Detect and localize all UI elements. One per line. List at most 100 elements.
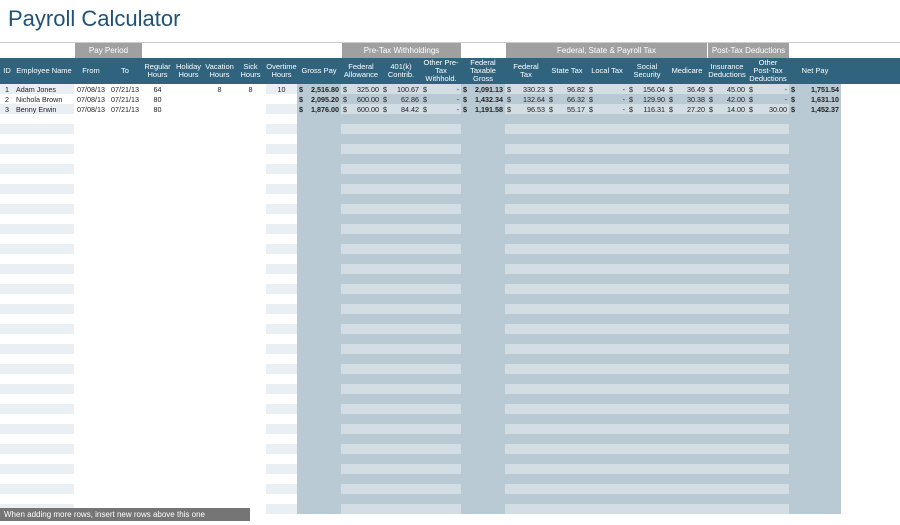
cell-to[interactable] [108, 454, 142, 464]
cell-id[interactable] [0, 404, 14, 414]
cell-fedtax[interactable] [505, 494, 547, 504]
cell-name[interactable] [14, 344, 74, 354]
cell-k401[interactable] [381, 344, 421, 354]
cell-to[interactable] [108, 414, 142, 424]
cell-vac[interactable] [204, 464, 235, 474]
cell-k401[interactable] [381, 364, 421, 374]
cell-sick[interactable] [235, 444, 266, 454]
cell-ltax[interactable] [587, 204, 627, 214]
cell-ins[interactable] [707, 494, 747, 504]
cell-vac[interactable] [204, 484, 235, 494]
cell-ins[interactable] [707, 194, 747, 204]
cell-gross[interactable] [297, 484, 341, 494]
cell-from[interactable] [74, 234, 108, 244]
cell-k401[interactable] [381, 414, 421, 424]
cell-otherpost[interactable] [747, 214, 789, 224]
cell-net[interactable] [789, 484, 841, 494]
cell-to[interactable] [108, 334, 142, 344]
cell-hol[interactable] [173, 144, 204, 154]
cell-med[interactable] [667, 314, 707, 324]
cell-ss[interactable] [627, 234, 667, 244]
cell-sick[interactable] [235, 244, 266, 254]
cell-net[interactable] [789, 134, 841, 144]
cell-sick[interactable] [235, 374, 266, 384]
cell-hol[interactable] [173, 334, 204, 344]
cell-name[interactable] [14, 134, 74, 144]
cell-med[interactable] [667, 114, 707, 124]
cell-med[interactable] [667, 414, 707, 424]
cell-id[interactable] [0, 154, 14, 164]
cell-from[interactable] [74, 154, 108, 164]
cell-k401[interactable] [381, 304, 421, 314]
cell-ins[interactable] [707, 274, 747, 284]
cell-from[interactable] [74, 324, 108, 334]
cell-stax[interactable] [547, 444, 587, 454]
cell-vac[interactable] [204, 154, 235, 164]
cell-net[interactable] [789, 314, 841, 324]
cell-id[interactable] [0, 224, 14, 234]
cell-ot[interactable] [266, 384, 297, 394]
cell-taxgross[interactable] [461, 334, 505, 344]
cell-name[interactable] [14, 224, 74, 234]
cell-from[interactable] [74, 254, 108, 264]
cell-ss[interactable] [627, 434, 667, 444]
cell-stax[interactable] [547, 154, 587, 164]
cell-reg[interactable] [142, 384, 173, 394]
cell-fedtax[interactable] [505, 214, 547, 224]
cell-sick[interactable] [235, 184, 266, 194]
cell-hol[interactable] [173, 184, 204, 194]
cell-otherpre[interactable] [421, 184, 461, 194]
cell-ltax[interactable] [587, 474, 627, 484]
cell-reg[interactable] [142, 124, 173, 134]
cell-fedtax[interactable] [505, 344, 547, 354]
cell-from[interactable] [74, 174, 108, 184]
cell-ot[interactable] [266, 344, 297, 354]
cell-ss[interactable] [627, 194, 667, 204]
cell-sick[interactable] [235, 494, 266, 504]
cell-fedal[interactable] [341, 244, 381, 254]
cell-vac[interactable] [204, 324, 235, 334]
cell-sick[interactable] [235, 194, 266, 204]
cell-reg[interactable] [142, 284, 173, 294]
cell-id[interactable] [0, 484, 14, 494]
cell-id[interactable] [0, 244, 14, 254]
cell-vac[interactable] [204, 364, 235, 374]
cell-stax[interactable] [547, 494, 587, 504]
cell-reg[interactable] [142, 234, 173, 244]
cell-ot[interactable] [266, 394, 297, 404]
cell-net[interactable] [789, 334, 841, 344]
cell-sick[interactable] [235, 144, 266, 154]
cell-k401[interactable] [381, 504, 421, 514]
cell-to[interactable] [108, 374, 142, 384]
cell-vac[interactable] [204, 144, 235, 154]
cell-otherpre[interactable] [421, 324, 461, 334]
cell-reg[interactable] [142, 214, 173, 224]
cell-sick[interactable] [235, 434, 266, 444]
cell-taxgross[interactable] [461, 214, 505, 224]
cell-ltax[interactable] [587, 384, 627, 394]
cell-ltax[interactable] [587, 174, 627, 184]
cell-stax[interactable] [547, 374, 587, 384]
cell-taxgross[interactable] [461, 344, 505, 354]
cell-ins[interactable] [707, 184, 747, 194]
cell-net[interactable] [789, 454, 841, 464]
cell-reg[interactable] [142, 474, 173, 484]
cell-k401[interactable] [381, 144, 421, 154]
cell-ltax[interactable] [587, 374, 627, 384]
cell-ss[interactable] [627, 394, 667, 404]
cell-name[interactable] [14, 464, 74, 474]
cell-id[interactable] [0, 164, 14, 174]
cell-ins[interactable] [707, 334, 747, 344]
cell-stax[interactable] [547, 234, 587, 244]
cell-id[interactable] [0, 144, 14, 154]
cell-stax[interactable] [547, 314, 587, 324]
cell-to[interactable] [108, 304, 142, 314]
cell-name[interactable] [14, 484, 74, 494]
cell-vac[interactable] [204, 494, 235, 504]
cell-reg[interactable] [142, 144, 173, 154]
cell-id[interactable] [0, 304, 14, 314]
cell-ot[interactable] [266, 484, 297, 494]
cell-name[interactable] [14, 324, 74, 334]
cell-ss[interactable] [627, 424, 667, 434]
cell-to[interactable] [108, 114, 142, 124]
